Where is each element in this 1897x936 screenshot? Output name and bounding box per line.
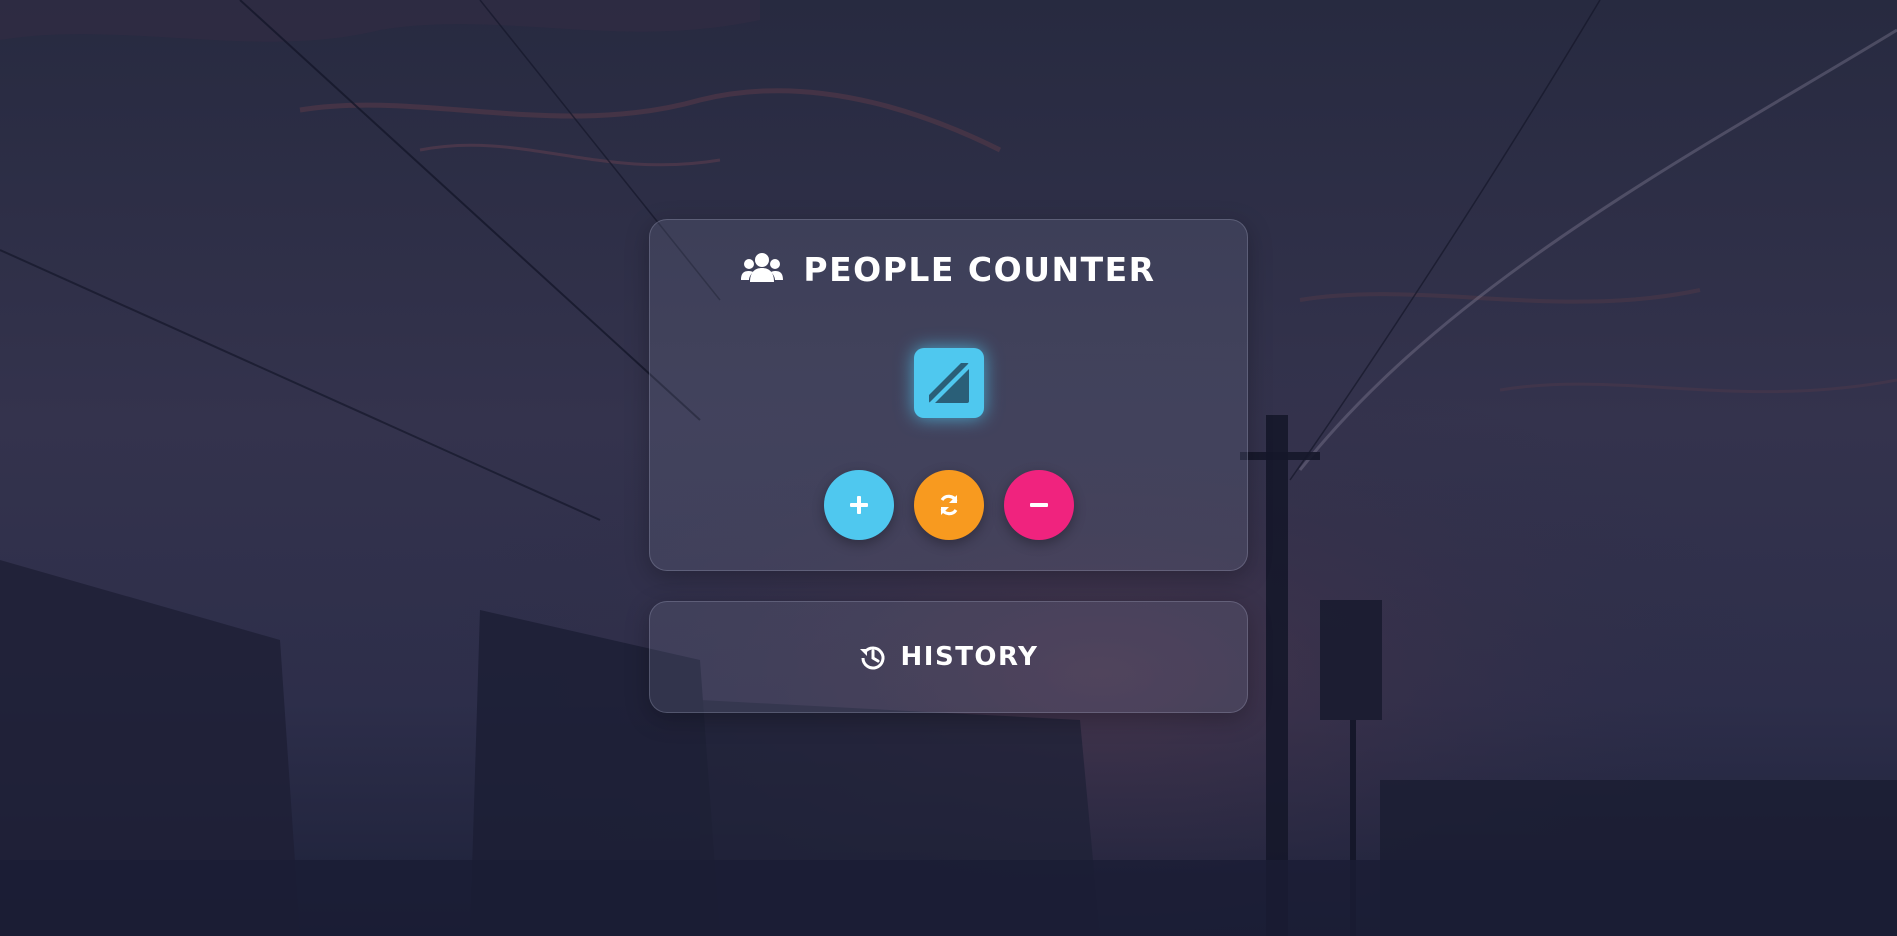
history-label: HISTORY: [900, 642, 1039, 672]
slash-square-icon: [929, 363, 969, 403]
increment-button[interactable]: [823, 470, 894, 540]
history-row: HISTORY: [859, 642, 1039, 672]
control-buttons: [650, 470, 1247, 540]
title-row: PEOPLE COUNTER: [650, 250, 1247, 289]
users-icon: [741, 252, 784, 282]
counter-card: PEOPLE COUNTER: [649, 219, 1248, 571]
minus-icon: [1029, 503, 1048, 507]
page-title: PEOPLE COUNTER: [803, 250, 1156, 289]
reset-button[interactable]: [913, 470, 984, 540]
plus-icon: [849, 496, 868, 514]
history-icon: [859, 646, 885, 670]
decrement-button[interactable]: [1003, 470, 1074, 540]
refresh-icon: [940, 494, 957, 516]
count-display: [914, 348, 984, 418]
history-button[interactable]: HISTORY: [649, 601, 1248, 713]
